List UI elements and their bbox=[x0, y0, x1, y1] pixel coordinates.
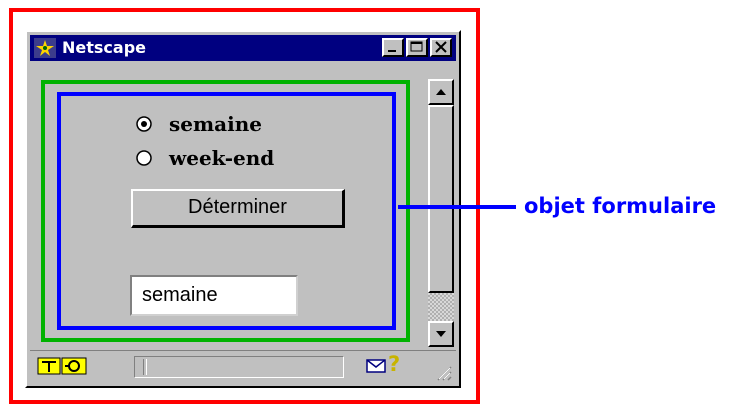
minimize-icon bbox=[388, 50, 396, 52]
diagram: Netscape ? semaine week-end Déterminer s… bbox=[0, 0, 755, 412]
close-icon bbox=[435, 41, 447, 53]
radio-selected-icon bbox=[136, 116, 152, 132]
security-lock-icon[interactable] bbox=[36, 355, 90, 377]
result-text-field[interactable]: semaine bbox=[130, 275, 298, 316]
scroll-down-arrow-icon bbox=[436, 331, 446, 337]
mail-icon[interactable] bbox=[366, 358, 386, 374]
vertical-scrollbar[interactable] bbox=[428, 79, 454, 347]
titlebar: Netscape bbox=[30, 35, 456, 61]
resize-grip-icon[interactable] bbox=[434, 363, 452, 381]
radio-unselected-icon bbox=[136, 150, 152, 166]
close-button[interactable] bbox=[430, 38, 452, 57]
maximize-icon bbox=[410, 41, 423, 52]
determine-button[interactable]: Déterminer bbox=[131, 189, 345, 228]
scrollbar-track[interactable] bbox=[428, 293, 454, 321]
maximize-button[interactable] bbox=[406, 38, 428, 57]
scrollbar-thumb[interactable] bbox=[428, 105, 454, 293]
window-title: Netscape bbox=[62, 38, 146, 57]
radio-option-weekend-clip: week-end bbox=[131, 146, 361, 168]
scroll-up-arrow-icon bbox=[436, 89, 446, 95]
annotation-connector-line bbox=[398, 205, 516, 209]
help-icon[interactable]: ? bbox=[388, 351, 400, 377]
radio-label-semaine: semaine bbox=[169, 112, 262, 136]
radio-label-weekend: week-end bbox=[169, 146, 275, 168]
scroll-up-button[interactable] bbox=[428, 79, 454, 105]
annotation-label: objet formulaire bbox=[524, 194, 717, 218]
status-divider bbox=[143, 359, 147, 375]
status-bar: ? bbox=[30, 350, 456, 385]
scroll-down-button[interactable] bbox=[428, 321, 454, 347]
netscape-logo-icon bbox=[34, 38, 56, 58]
minimize-button[interactable] bbox=[382, 38, 404, 57]
status-progress-field bbox=[134, 356, 344, 378]
